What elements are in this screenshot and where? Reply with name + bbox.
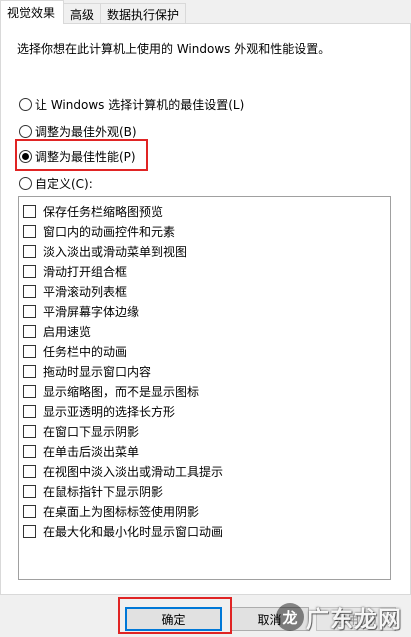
effect-option[interactable]: 平滑滚动列表框 <box>19 281 390 301</box>
radio-label: 调整为最佳外观(B) <box>35 125 137 139</box>
checkbox[interactable] <box>23 364 36 378</box>
effect-option[interactable]: 在鼠标指针下显示阴影 <box>19 481 390 501</box>
checkbox[interactable] <box>23 424 36 438</box>
effect-option-label: 平滑滚动列表框 <box>43 284 128 299</box>
intro-text: 选择你想在此计算机上使用的 Windows 外观和性能设置。 <box>17 42 331 56</box>
checkbox[interactable] <box>23 204 36 218</box>
radio-label: 调整为最佳性能(P) <box>35 150 136 164</box>
effect-option-label: 显示缩略图，而不是显示图标 <box>43 384 200 399</box>
effect-option[interactable]: 窗口内的动画控件和元素 <box>19 221 390 241</box>
radio-label: 让 Windows 选择计算机的最佳设置(L) <box>35 98 245 112</box>
radio-button[interactable] <box>19 125 32 138</box>
effect-option-label: 在视图中淡入淡出或滑动工具提示 <box>43 464 224 479</box>
effect-option[interactable]: 淡入淡出或滑动菜单到视图 <box>19 241 390 261</box>
effect-option-label: 启用速览 <box>43 324 92 339</box>
tab-data-execution-prevention[interactable]: 数据执行保护 <box>100 3 187 24</box>
effect-option[interactable]: 任务栏中的动画 <box>19 341 390 361</box>
checkbox[interactable] <box>23 444 36 458</box>
effect-option[interactable]: 显示缩略图，而不是显示图标 <box>19 381 390 401</box>
effect-option-label: 保存任务栏缩略图预览 <box>43 204 164 219</box>
effect-option[interactable]: 在桌面上为图标标签使用阴影 <box>19 501 390 521</box>
radio-custom[interactable]: 自定义(C): <box>19 175 93 192</box>
radio-button[interactable] <box>19 177 32 190</box>
radio-let-windows-choose[interactable]: 让 Windows 选择计算机的最佳设置(L) <box>19 96 244 113</box>
effect-option-label: 在鼠标指针下显示阴影 <box>43 484 164 499</box>
effect-option-label: 在单击后淡出菜单 <box>43 444 140 459</box>
checkbox[interactable] <box>23 484 36 498</box>
checkbox[interactable] <box>23 524 36 538</box>
checkbox[interactable] <box>23 384 36 398</box>
effect-option-label: 在最大化和最小化时显示窗口动画 <box>43 524 224 539</box>
checkbox[interactable] <box>23 304 36 318</box>
effect-option-label: 平滑屏幕字体边缘 <box>43 304 140 319</box>
radio-button[interactable] <box>19 150 32 163</box>
effect-option-label: 显示亚透明的选择长方形 <box>43 404 176 419</box>
radio-label: 自定义(C): <box>35 177 93 191</box>
tab-advanced[interactable]: 高级 <box>63 3 102 24</box>
radio-button[interactable] <box>19 98 32 111</box>
visual-effects-panel: 选择你想在此计算机上使用的 Windows 外观和性能设置。 让 Windows… <box>0 23 411 595</box>
radio-best-performance[interactable]: 调整为最佳性能(P) <box>19 148 136 165</box>
effect-option[interactable]: 保存任务栏缩略图预览 <box>19 201 390 221</box>
effect-option-label: 拖动时显示窗口内容 <box>43 364 152 379</box>
tab-strip: 视觉效果 高级 数据执行保护 <box>0 0 187 24</box>
checkbox[interactable] <box>23 224 36 238</box>
checkbox[interactable] <box>23 344 36 358</box>
effect-option[interactable]: 显示亚透明的选择长方形 <box>19 401 390 421</box>
checkbox[interactable] <box>23 464 36 478</box>
ok-button[interactable]: 确定 <box>125 607 222 631</box>
checkbox[interactable] <box>23 504 36 518</box>
effect-option[interactable]: 滑动打开组合框 <box>19 261 390 281</box>
effect-option[interactable]: 拖动时显示窗口内容 <box>19 361 390 381</box>
radio-best-appearance[interactable]: 调整为最佳外观(B) <box>19 123 137 140</box>
effect-option[interactable]: 平滑屏幕字体边缘 <box>19 301 390 321</box>
effect-option-label: 淡入淡出或滑动菜单到视图 <box>43 244 188 259</box>
effect-option-label: 窗口内的动画控件和元素 <box>43 224 176 239</box>
checkbox[interactable] <box>23 404 36 418</box>
checkbox[interactable] <box>23 324 36 338</box>
effect-option-label: 在窗口下显示阴影 <box>43 424 140 439</box>
effect-option-label: 在桌面上为图标标签使用阴影 <box>43 504 200 519</box>
effect-option[interactable]: 在单击后淡出菜单 <box>19 441 390 461</box>
effect-option-label: 任务栏中的动画 <box>43 344 128 359</box>
effect-option[interactable]: 在窗口下显示阴影 <box>19 421 390 441</box>
checkbox[interactable] <box>23 244 36 258</box>
effect-option[interactable]: 在视图中淡入淡出或滑动工具提示 <box>19 461 390 481</box>
checkbox[interactable] <box>23 284 36 298</box>
cancel-button[interactable]: 取消 <box>230 607 309 631</box>
checkbox[interactable] <box>23 264 36 278</box>
radio-selected-dot <box>22 153 29 160</box>
effect-option[interactable]: 启用速览 <box>19 321 390 341</box>
tab-visual-effects[interactable]: 视觉效果 <box>0 0 65 24</box>
effects-checkbox-list[interactable]: 保存任务栏缩略图预览 窗口内的动画控件和元素 淡入淡出或滑动菜单到视图 滑动打开组合框… <box>18 196 391 580</box>
apply-button[interactable]: 应用(A) <box>316 607 396 631</box>
effect-option-label: 滑动打开组合框 <box>43 264 128 279</box>
effect-option[interactable]: 在最大化和最小化时显示窗口动画 <box>19 521 390 541</box>
